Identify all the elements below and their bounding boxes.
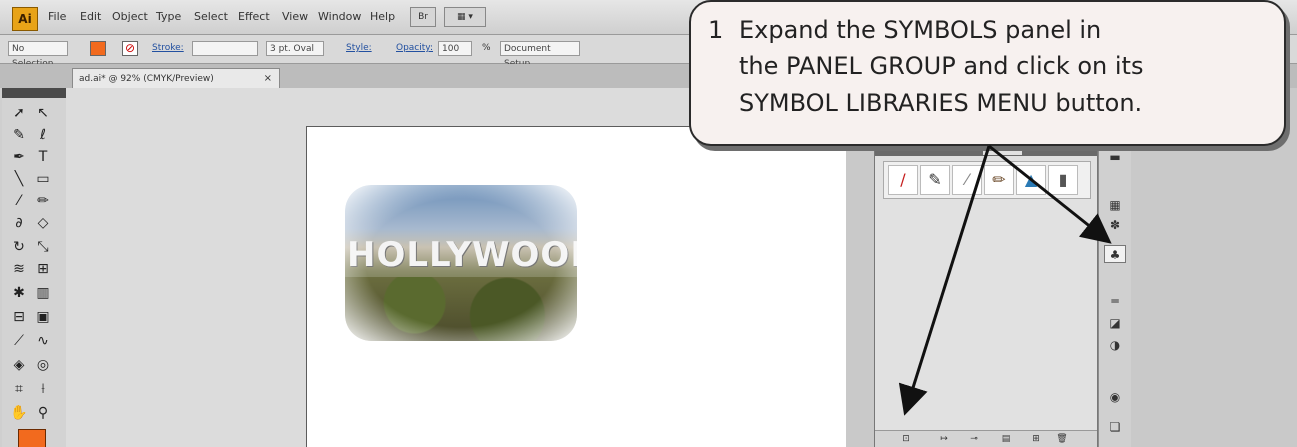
scale-tool-icon[interactable]: ⤡ [32,236,54,258]
gradient-tool-icon[interactable]: ▣ [32,306,54,328]
zoom-tool-icon[interactable]: ⚲ [32,402,54,424]
lasso-tool-icon[interactable]: ℓ [32,124,54,146]
stroke-swatch[interactable]: ⊘ [122,41,138,56]
rectangle-tool-icon[interactable]: ▭ [32,168,54,190]
mesh-tool-icon[interactable]: ⊟ [8,306,30,328]
symbols-panel: SWATCH BRUSHES SYMBOLS ≡ / ✎ ⁄ ✏ ▲ ▮ ⊡ ↦… [874,138,1098,447]
warp-tool-icon[interactable]: ≋ [8,258,30,280]
symbol-brush-black-icon[interactable]: ✎ [920,165,950,195]
ai-logo: Ai [12,7,38,31]
menu-window[interactable]: Window [318,10,361,23]
menu-object[interactable]: Object [112,10,148,23]
symbol-brush-red-icon[interactable]: / [888,165,918,195]
slice-tool-icon[interactable]: ⟊ [32,378,54,400]
arrange-documents-button[interactable]: ▦ ▾ [444,7,486,27]
document-tab-title: ad.ai* @ 92% (CMYK/Preview) [79,74,214,84]
menu-type[interactable]: Type [156,10,181,23]
pencil-tool-icon[interactable]: ✏ [32,190,54,212]
bridge-button[interactable]: Br [410,7,436,27]
symbol-sprayer-tool-icon[interactable]: ✱ [8,282,30,304]
selection-tool-icon[interactable]: ➚ [8,102,30,124]
paintbrush-tool-icon[interactable]: ⁄ [8,190,30,212]
symbol-libraries-menu-button[interactable]: ⊡ [899,433,913,445]
symbol-brush-gray-icon[interactable]: ⁄ [952,165,982,195]
menu-help[interactable]: Help [370,10,395,23]
illustrator-window: Ai File Edit Object Type Select Effect V… [0,0,1297,447]
magic-wand-tool-icon[interactable]: ✎ [8,124,30,146]
dock-appearance-icon[interactable]: ◉ [1104,388,1126,406]
brush-definition-field[interactable]: 3 pt. Oval [266,41,324,56]
dock-color-icon[interactable]: ▬ [1104,148,1126,166]
opacity-field[interactable]: 100 [438,41,472,56]
dock-transparency-icon[interactable]: ◑ [1104,336,1126,354]
symbol-bottle-icon[interactable]: ▮ [1048,165,1078,195]
selection-indicator: No Selection [8,41,68,69]
dock-swatches-icon[interactable]: ▦ [1104,196,1126,214]
menu-select[interactable]: Select [194,10,228,23]
line-tool-icon[interactable]: ╲ [8,168,30,190]
menu-effect[interactable]: Effect [238,10,270,23]
stroke-label[interactable]: Stroke: [152,43,184,53]
menu-file[interactable]: File [48,10,66,23]
menu-edit[interactable]: Edit [80,10,101,23]
artboard: HOLLYWOOD [306,126,850,447]
direct-selection-tool-icon[interactable]: ↖ [32,102,54,124]
menu-view[interactable]: View [282,10,308,23]
column-graph-tool-icon[interactable]: ▥ [32,282,54,304]
dock-brushes-icon[interactable]: ✽ [1104,216,1126,234]
symbol-thumbnails: / ✎ ⁄ ✏ ▲ ▮ [883,161,1091,199]
dock-stroke-icon[interactable]: ═ [1104,292,1126,310]
live-paint-selection-tool-icon[interactable]: ◎ [32,354,54,376]
step-number: 1 [708,16,724,44]
document-tab[interactable]: ad.ai* @ 92% (CMYK/Preview) × [72,68,280,88]
opacity-label[interactable]: Opacity: [396,43,433,53]
fill-swatch[interactable] [90,41,106,56]
artboard-tool-icon[interactable]: ⌗ [8,378,30,400]
dock-symbols-icon[interactable]: ♣ [1104,245,1126,263]
tools-panel: ➚ ↖ ✎ ℓ ✒ T ╲ ▭ ⁄ ✏ ∂ ◇ ↻ ⤡ ≋ ⊞ ✱ ▥ ⊟ ▣ … [2,88,67,447]
hand-tool-icon[interactable]: ✋ [8,402,30,424]
new-symbol-icon[interactable]: ⊞ [1029,433,1043,445]
pen-tool-icon[interactable]: ✒ [8,146,30,168]
close-icon[interactable]: × [264,69,272,89]
eraser-tool-icon[interactable]: ◇ [32,212,54,234]
blend-tool-icon[interactable]: ∿ [32,330,54,352]
fill-color-box[interactable] [18,429,46,447]
symbol-options-icon[interactable]: ▤ [999,433,1013,445]
type-tool-icon[interactable]: T [32,146,54,168]
instruction-callout: 1 Expand the SYMBOLS panel in the PANEL … [689,0,1286,146]
opacity-percent: % [482,43,491,53]
break-link-icon[interactable]: ⊸ [967,433,981,445]
document-setup-button[interactable]: Document Setup [500,41,580,69]
callout-line-1: Expand the SYMBOLS panel in [739,16,1102,44]
place-symbol-icon[interactable]: ↦ [937,433,951,445]
blob-brush-tool-icon[interactable]: ∂ [8,212,30,234]
symbol-pencil-icon[interactable]: ✏ [984,165,1014,195]
trash-icon[interactable]: 🗑 [1055,433,1069,445]
dock-layers-icon[interactable]: ❏ [1104,418,1126,436]
live-paint-tool-icon[interactable]: ◈ [8,354,30,376]
hollywood-photo[interactable]: HOLLYWOOD [345,185,577,341]
stroke-weight-field[interactable] [192,41,258,56]
photo-sign-text: HOLLYWOOD [347,235,577,275]
symbols-panel-footer: ⊡ ↦ ⊸ ▤ ⊞ 🗑 [875,430,1097,447]
free-transform-tool-icon[interactable]: ⊞ [32,258,54,280]
dock-gradient-icon[interactable]: ◪ [1104,314,1126,332]
eyedropper-tool-icon[interactable]: ⟋ [8,330,30,352]
style-label[interactable]: Style: [346,43,372,53]
tools-panel-header[interactable] [2,88,66,98]
photo-hills [345,277,577,341]
symbol-cone-icon[interactable]: ▲ [1016,165,1046,195]
callout-line-2: the PANEL GROUP and click on its [739,52,1144,80]
callout-line-3: SYMBOL LIBRARIES MENU button. [739,89,1143,117]
rotate-tool-icon[interactable]: ↻ [8,236,30,258]
